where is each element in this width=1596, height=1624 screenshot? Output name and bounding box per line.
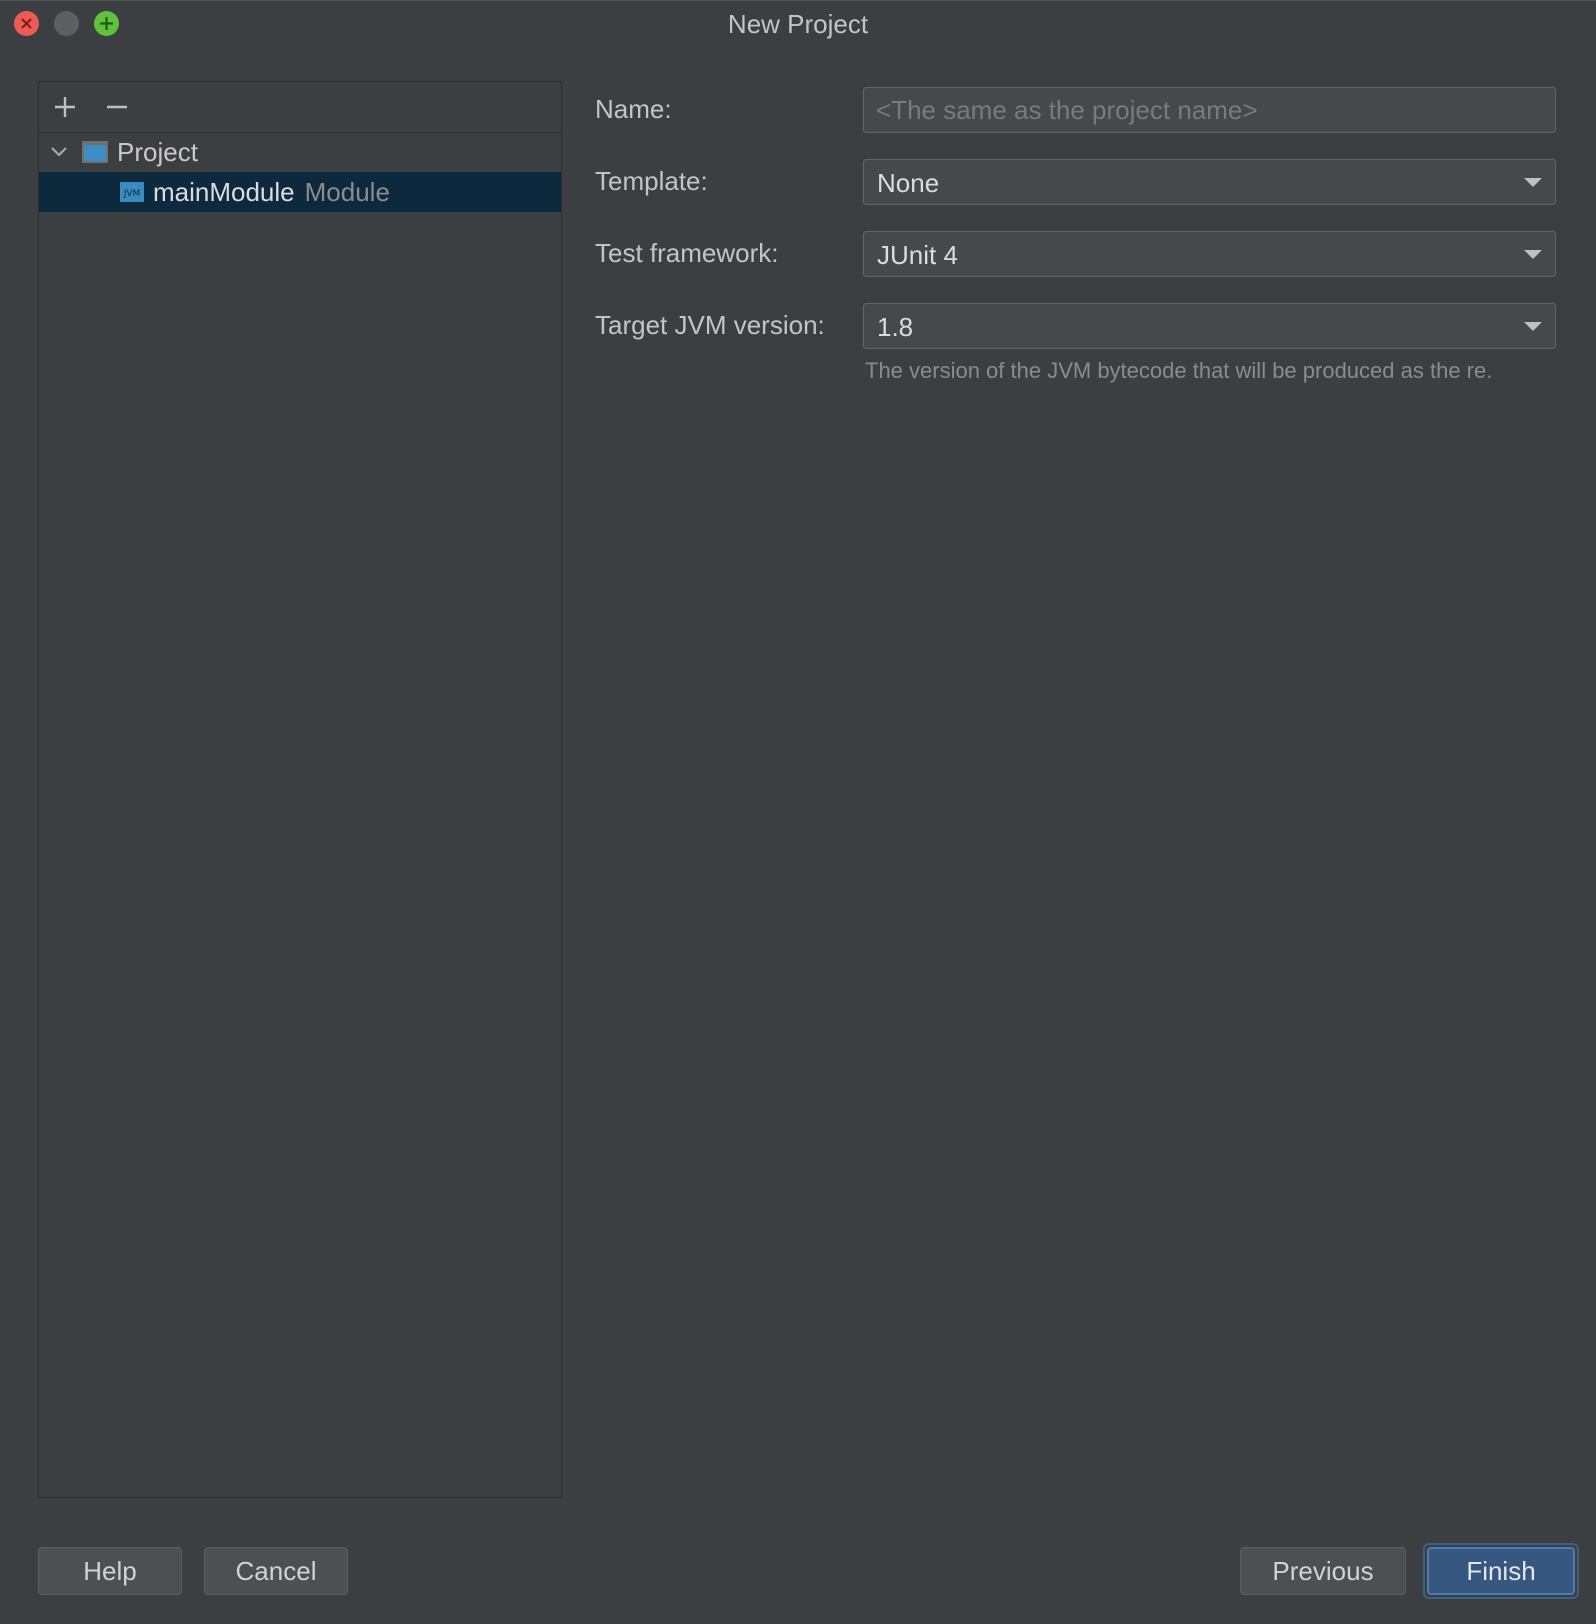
test-framework-label: Test framework: <box>595 238 779 268</box>
minus-icon <box>107 105 127 109</box>
jvm-version-hint: The version of the JVM bytecode that wil… <box>865 358 1493 383</box>
chevron-down-icon[interactable] <box>47 140 71 164</box>
name-input[interactable] <box>864 88 1555 132</box>
template-value: None <box>877 168 940 198</box>
module-tree-panel: Project JVM mainModule Module <box>38 81 562 1498</box>
test-framework-select[interactable]: JUnit 4 <box>863 231 1556 277</box>
svg-text:JVM: JVM <box>123 189 141 199</box>
module-type-label: Module <box>304 176 390 207</box>
plus-icon <box>55 97 75 117</box>
remove-module-button[interactable] <box>101 91 133 123</box>
test-framework-value: JUnit 4 <box>877 240 958 270</box>
previous-button[interactable]: Previous <box>1240 1547 1406 1595</box>
tree-toolbar <box>39 82 561 133</box>
jvm-version-label: Target JVM version: <box>595 310 825 340</box>
tree-item-project[interactable]: Project <box>39 132 561 172</box>
dropdown-arrow-icon <box>1524 322 1542 331</box>
new-project-dialog: New Project Project JVM mainModule Modul… <box>0 0 1596 1624</box>
title-bar: New Project <box>0 1 1596 47</box>
dropdown-arrow-icon <box>1524 250 1542 259</box>
jvm-version-value: 1.8 <box>877 312 914 342</box>
template-select[interactable]: None <box>863 159 1556 205</box>
jvm-version-select[interactable]: 1.8 <box>863 303 1556 349</box>
window-title: New Project <box>727 9 869 39</box>
finish-button[interactable]: Finish <box>1427 1547 1575 1595</box>
tree-item-mainmodule[interactable]: JVM mainModule Module <box>39 172 561 212</box>
project-folder-icon <box>82 141 108 163</box>
module-tree: Project JVM mainModule Module <box>39 132 561 212</box>
cancel-button[interactable]: Cancel <box>204 1547 348 1595</box>
add-module-button[interactable] <box>49 91 81 123</box>
tree-item-label: Project <box>117 136 198 167</box>
name-field[interactable] <box>863 87 1556 133</box>
name-label: Name: <box>595 94 672 124</box>
template-label: Template: <box>595 166 708 196</box>
tree-item-label: mainModule Module <box>153 176 390 207</box>
help-button[interactable]: Help <box>38 1547 182 1595</box>
jvm-module-icon: JVM <box>120 182 144 202</box>
dropdown-arrow-icon <box>1524 178 1542 187</box>
